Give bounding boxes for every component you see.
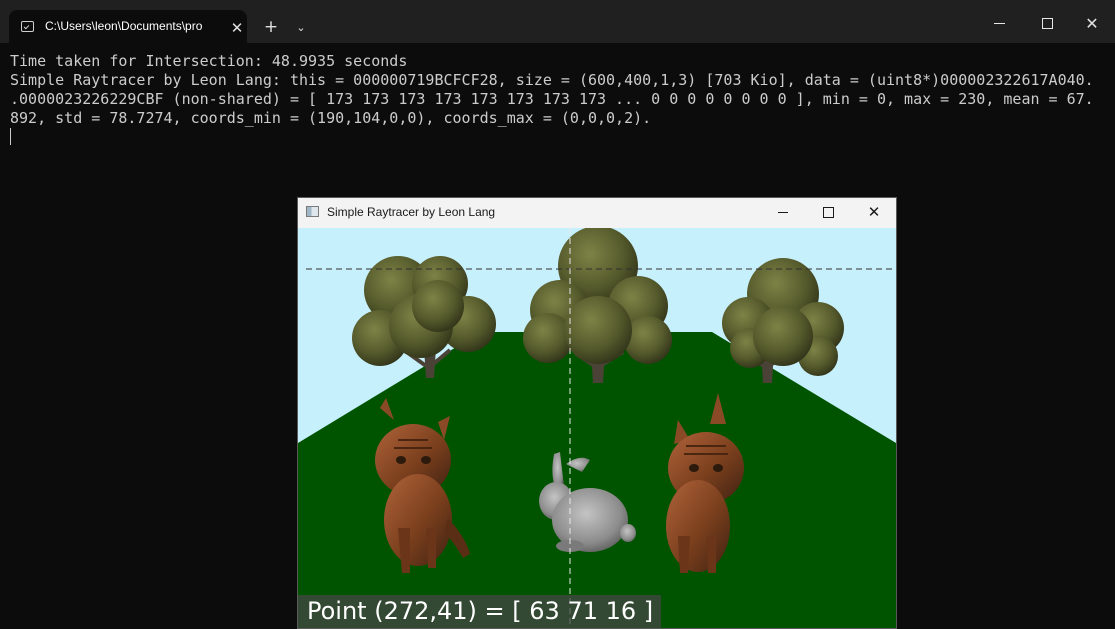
viewer-maximize-button[interactable] [816,202,840,222]
minimize-button[interactable] [984,11,1014,35]
terminal-titlebar: C:\Users\leon\Documents\pro ✕ + ⌄ ✕ [0,0,1115,43]
maximize-button[interactable] [1032,11,1062,35]
text-cursor [10,128,11,145]
tab-close-icon[interactable]: ✕ [227,18,247,38]
viewer-close-button[interactable]: ✕ [862,201,886,223]
tab-title: C:\Users\leon\Documents\pro [45,19,203,33]
new-tab-button[interactable]: + [260,16,282,38]
viewer-minimize-button[interactable] [771,202,795,222]
image-viewer-window[interactable]: Simple Raytracer by Leon Lang ✕ Point (2… [297,197,897,629]
chevron-down-icon[interactable]: ⌄ [291,16,311,38]
window-icon [306,206,319,217]
terminal-icon [21,21,34,32]
viewer-title: Simple Raytracer by Leon Lang [327,205,496,219]
console-output[interactable]: Time taken for Intersection: 48.9935 sec… [10,52,1105,128]
terminal-tab[interactable]: C:\Users\leon\Documents\pro ✕ [9,10,247,43]
viewer-titlebar[interactable]: Simple Raytracer by Leon Lang ✕ [298,198,896,228]
rendered-image[interactable] [298,228,896,628]
console-line: Time taken for Intersection: 48.9935 sec… [10,52,408,70]
close-button[interactable]: ✕ [1077,11,1107,35]
pixel-value-readout: Point (272,41) = [ 63 71 16 ] [298,595,662,628]
console-line: Simple Raytracer by Leon Lang: this = 00… [10,71,1094,89]
console-line: .0000023226229CBF (non-shared) = [ 173 1… [10,90,1094,108]
console-line: 892, std = 78.7274, coords_min = (190,10… [10,109,652,127]
